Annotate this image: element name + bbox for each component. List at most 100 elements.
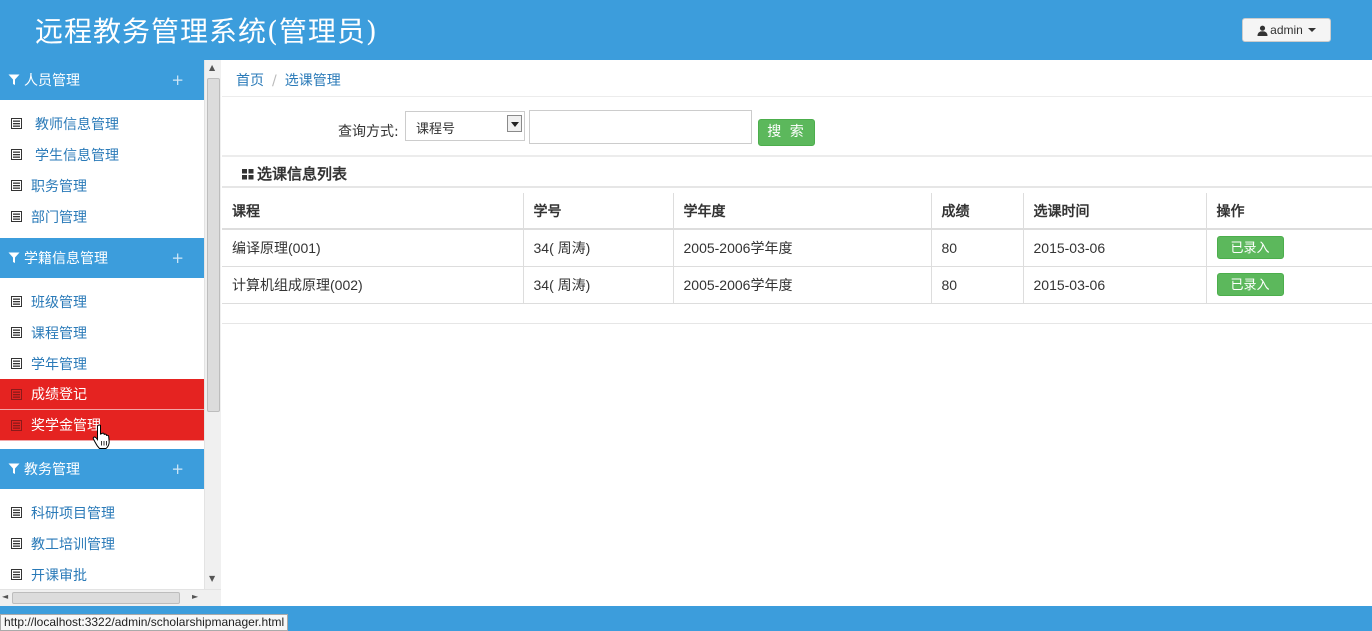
grid-icon xyxy=(242,168,254,179)
status-bar-url: http://localhost:3322/admin/scholarshipm… xyxy=(0,614,289,631)
expand-icon[interactable]: + xyxy=(171,460,184,478)
sidebar-item-label: 成绩登记 xyxy=(31,387,87,403)
divider xyxy=(222,323,1372,324)
breadcrumb-current[interactable]: 选课管理 xyxy=(285,73,341,89)
sidebar-item-label: 班级管理 xyxy=(31,294,87,311)
sidebar-item-label: 科研项目管理 xyxy=(31,505,115,522)
scrollbar-thumb[interactable] xyxy=(12,592,180,604)
expand-icon[interactable]: + xyxy=(171,249,184,267)
sidebar-item-courses[interactable]: 课程管理 xyxy=(0,317,204,348)
scroll-down-icon[interactable]: ▼ xyxy=(209,574,215,583)
cell-course: 计算机组成原理(002) xyxy=(222,266,523,304)
sidebar-group-label: 人员管理 xyxy=(24,73,80,89)
sidebar-item-grade-entry[interactable]: 成绩登记 xyxy=(0,379,204,410)
table-header-row: 课程 学号 学年度 成绩 选课时间 操作 xyxy=(222,193,1372,230)
user-name: admin xyxy=(1270,23,1303,37)
cell-year: 2005-2006学年度 xyxy=(672,266,931,304)
list-icon xyxy=(11,538,22,549)
sidebar-group-enrollment[interactable]: 学籍信息管理 + xyxy=(0,238,204,278)
sidebar-item-research-projects[interactable]: 科研项目管理 xyxy=(0,497,204,528)
breadcrumb: 首页 / 选课管理 xyxy=(236,70,341,90)
list-icon xyxy=(11,507,22,518)
list-icon xyxy=(11,211,22,222)
sidebar-group-label: 学籍信息管理 xyxy=(24,251,108,267)
recorded-button[interactable]: 已录入 xyxy=(1216,273,1284,296)
cell-action: 已录入 xyxy=(1205,229,1372,267)
list-icon xyxy=(11,118,22,129)
divider xyxy=(222,155,1372,157)
sidebar-item-staff-training[interactable]: 教工培训管理 xyxy=(0,528,204,559)
sidebar-group-academic-affairs[interactable]: 教务管理 + xyxy=(0,449,204,489)
sidebar-item-label: 教师信息管理 xyxy=(35,116,119,133)
search-mode-label: 查询方式: xyxy=(338,124,399,140)
user-menu-button[interactable]: admin xyxy=(1242,18,1331,42)
column-header-course: 课程 xyxy=(222,193,523,230)
search-mode-select[interactable]: 课程号 xyxy=(405,111,525,141)
sidebar-item-student-info[interactable]: 学生信息管理 xyxy=(0,139,204,170)
cell-student: 34( 周涛) xyxy=(522,229,673,267)
scroll-left-icon[interactable]: ◄ xyxy=(2,592,8,601)
expand-icon[interactable]: + xyxy=(171,71,184,89)
list-icon xyxy=(11,569,22,580)
filter-icon xyxy=(8,252,20,263)
search-mode-selected: 课程号 xyxy=(416,122,456,137)
scrollbar-thumb[interactable] xyxy=(207,78,220,412)
list-icon xyxy=(11,296,22,307)
column-header-actions: 操作 xyxy=(1205,193,1372,230)
cell-action: 已录入 xyxy=(1205,266,1372,304)
sidebar-item-label: 部门管理 xyxy=(31,209,87,226)
table-row: 计算机组成原理(002) 34( 周涛) 2005-2006学年度 80 201… xyxy=(222,266,1372,304)
table-row: 编译原理(001) 34( 周涛) 2005-2006学年度 80 2015-0… xyxy=(222,229,1372,267)
recorded-button[interactable]: 已录入 xyxy=(1216,236,1284,260)
column-header-student-id: 学号 xyxy=(522,193,673,230)
column-header-academic-year: 学年度 xyxy=(672,193,931,230)
sidebar-item-classes[interactable]: 班级管理 xyxy=(0,286,204,317)
cell-date: 2015-03-06 xyxy=(1022,229,1206,267)
sidebar-item-positions[interactable]: 职务管理 xyxy=(0,170,204,201)
sidebar-item-teacher-info[interactable]: 教师信息管理 xyxy=(0,108,204,139)
list-icon xyxy=(11,358,22,369)
cell-score: 80 xyxy=(930,229,1023,267)
cell-score: 80 xyxy=(930,266,1023,304)
hand-cursor-icon xyxy=(92,424,110,449)
sidebar-item-departments[interactable]: 部门管理 xyxy=(0,201,204,232)
filter-icon xyxy=(8,463,20,474)
user-icon xyxy=(1257,25,1268,36)
sidebar-item-label: 职务管理 xyxy=(31,178,87,195)
sidebar-item-course-approval[interactable]: 开课审批 xyxy=(0,559,204,590)
cell-date: 2015-03-06 xyxy=(1022,266,1206,304)
sidebar-item-label: 教工培训管理 xyxy=(31,536,115,553)
dropdown-arrow-icon[interactable] xyxy=(507,115,522,132)
sidebar-item-academic-years[interactable]: 学年管理 xyxy=(0,348,204,379)
chevron-down-icon xyxy=(1307,28,1316,32)
app-title: 远程教务管理系统(管理员) xyxy=(35,15,378,48)
breadcrumb-home-link[interactable]: 首页 xyxy=(236,73,264,89)
sidebar-group-label: 教务管理 xyxy=(24,462,80,478)
search-button[interactable]: 搜 索 xyxy=(758,119,815,146)
sidebar: 人员管理 + 教师信息管理 学生信息管理 职务管理 部门管理 学籍信息管理 + … xyxy=(0,60,204,590)
sidebar-item-label: 课程管理 xyxy=(31,325,87,342)
cell-year: 2005-2006学年度 xyxy=(672,229,931,267)
list-icon xyxy=(11,149,22,160)
cell-student: 34( 周涛) xyxy=(522,266,673,304)
sidebar-item-label: 奖学金管理 xyxy=(31,418,101,434)
divider xyxy=(222,96,1372,97)
sidebar-item-label: 学生信息管理 xyxy=(35,147,119,164)
search-input[interactable] xyxy=(529,110,752,144)
scroll-right-icon[interactable]: ► xyxy=(192,592,198,601)
panel-title-text: 选课信息列表 xyxy=(257,165,348,183)
sidebar-item-label: 开课审批 xyxy=(31,567,87,584)
divider xyxy=(222,186,1372,188)
column-header-score: 成绩 xyxy=(930,193,1023,230)
list-icon xyxy=(11,327,22,338)
sidebar-vertical-scrollbar[interactable]: ▲ ▼ xyxy=(204,60,221,589)
column-header-enroll-date: 选课时间 xyxy=(1022,193,1206,230)
filter-icon xyxy=(8,74,20,85)
scroll-up-icon[interactable]: ▲ xyxy=(209,63,215,72)
top-header: 远程教务管理系统(管理员) admin xyxy=(0,0,1372,60)
sidebar-horizontal-scrollbar[interactable]: ◄ ► xyxy=(0,589,221,606)
breadcrumb-separator: / xyxy=(272,73,277,89)
list-icon xyxy=(11,180,22,191)
sidebar-group-personnel[interactable]: 人员管理 + xyxy=(0,60,204,100)
panel-title: 选课信息列表 xyxy=(242,163,347,184)
